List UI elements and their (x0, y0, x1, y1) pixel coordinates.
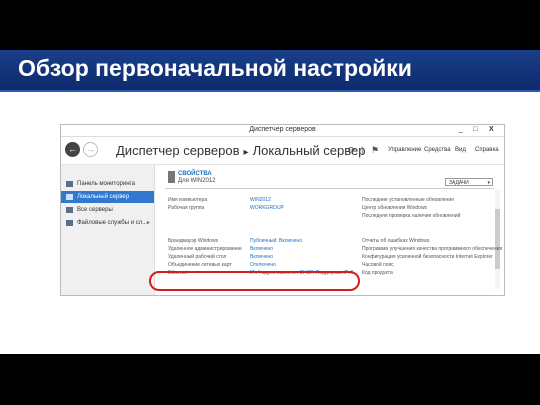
property-value-remote-management[interactable]: Включено (250, 246, 273, 252)
property-label: Удаленный рабочий стол (168, 254, 227, 260)
property-value-computer-name[interactable]: WIN2012 (250, 197, 271, 203)
properties-heading: СВОЙСТВА (178, 171, 212, 177)
tasks-dropdown[interactable]: ЗАДАЧИ ▾ (445, 178, 493, 186)
breadcrumb-root[interactable]: Диспетчер серверов (116, 143, 240, 158)
flag-icon[interactable]: ⚑ (371, 145, 379, 156)
sidebar-item-all-servers[interactable]: Все серверы (61, 204, 154, 216)
property-value-nic-teaming[interactable]: Отключено (250, 262, 276, 268)
menu-help[interactable]: Справка (475, 147, 499, 153)
sidebar: Панель мониторинга Локальный сервер Все … (61, 165, 155, 295)
sidebar-item-label: Панель мониторинга (77, 181, 135, 187)
scrollbar[interactable] (495, 189, 500, 289)
menu-tools[interactable]: Средства (424, 147, 451, 153)
slide-top-band (0, 0, 540, 50)
slide-bottom-band (0, 354, 540, 405)
property-label: Последняя проверка наличия обновлений (362, 213, 461, 219)
sidebar-item-file-services[interactable]: Файловые службы и сл... ▸ (61, 217, 154, 229)
breadcrumb-separator: ▸ (243, 147, 249, 158)
sidebar-item-label: Все серверы (77, 207, 113, 213)
maximize-button[interactable]: □ (473, 126, 477, 133)
back-button[interactable]: ← (65, 142, 80, 157)
slide-title: Обзор первоначальной настройки (18, 55, 412, 81)
slide-title-band: Обзор первоначальной настройки (0, 50, 540, 92)
servers-icon (66, 207, 73, 213)
properties-subheading: Для WIN2012 (178, 178, 216, 184)
window-title: Диспетчер серверов (249, 126, 316, 133)
vertical-divider: | (361, 145, 364, 155)
divider (165, 188, 494, 189)
server-icon (168, 171, 175, 183)
property-label: Рабочая группа (168, 205, 205, 211)
property-label: Конфигурация усиленной безопасности Inte… (362, 254, 493, 260)
file-services-icon (66, 220, 73, 226)
server-icon (66, 194, 73, 200)
property-label: Отчеты об ошибках Windows (362, 238, 430, 244)
dashboard-icon (66, 181, 73, 187)
sidebar-item-dashboard[interactable]: Панель мониторинга (61, 178, 154, 190)
property-label: Часовой пояс (362, 262, 394, 268)
forward-button[interactable]: → (83, 142, 98, 157)
breadcrumb: Диспетчер серверов ▸ Локальный сервер (116, 143, 365, 158)
property-label: Последние установленные обновления (362, 197, 454, 203)
property-label: Код продукта (362, 270, 393, 276)
sidebar-item-local-server[interactable]: Локальный сервер (61, 191, 154, 203)
sidebar-item-label: Локальный сервер (77, 194, 130, 200)
close-button[interactable]: X (489, 126, 494, 133)
chevron-down-icon: ▾ (487, 180, 490, 186)
navigation-bar: ← → Диспетчер серверов ▸ Локальный сервер … (61, 137, 504, 165)
window-titlebar: Диспетчер серверов _ □ X (61, 125, 504, 137)
refresh-icon[interactable]: ⟳ (348, 145, 356, 156)
property-value-remote-desktop[interactable]: Включено (250, 254, 273, 260)
menu-manage[interactable]: Управление (388, 147, 421, 153)
property-value-workgroup[interactable]: WORKGROUP (250, 205, 284, 211)
property-label: Программа улучшения качества программног… (362, 246, 503, 252)
minimize-button[interactable]: _ (459, 126, 463, 133)
tasks-label: ЗАДАЧИ (449, 180, 469, 186)
property-label: Удаленное администрирование (168, 246, 242, 252)
property-value-firewall[interactable]: Публичный: Включено (250, 238, 302, 244)
property-label: Имя компьютера (168, 197, 208, 203)
sidebar-item-label: Файловые службы и сл... (77, 220, 148, 226)
property-label: Брандмауэр Windows (168, 238, 219, 244)
scrollbar-thumb[interactable] (495, 209, 500, 269)
menu-view[interactable]: Вид (455, 147, 466, 153)
expand-arrow-icon[interactable]: ▸ (147, 219, 150, 226)
ethernet-highlight-ellipse (149, 271, 360, 291)
property-label: Центр обновления Windows (362, 205, 428, 211)
property-label: Объединение сетевых карт (168, 262, 232, 268)
